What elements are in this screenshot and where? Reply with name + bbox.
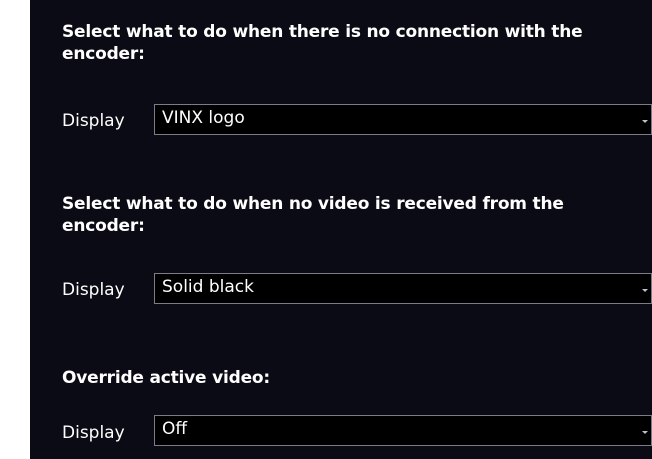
no-video-heading-line2: encoder: bbox=[62, 216, 145, 236]
override-video-display-value: Off bbox=[162, 419, 188, 439]
chevron-down-icon bbox=[642, 120, 648, 123]
override-video-heading-line1: Override active video: bbox=[62, 368, 270, 388]
override-video-display-select[interactable]: Off bbox=[154, 415, 652, 446]
no-connection-display-label: Display bbox=[62, 111, 125, 131]
no-video-display-value: Solid black bbox=[162, 277, 254, 297]
no-video-heading-line1: Select what to do when no video is recei… bbox=[62, 194, 564, 214]
override-video-display-label: Display bbox=[62, 423, 125, 443]
no-connection-heading: Select what to do when there is no conne… bbox=[62, 21, 637, 65]
override-video-heading: Override active video: bbox=[62, 367, 637, 389]
no-connection-display-select[interactable]: VINX logo bbox=[154, 104, 652, 135]
chevron-down-icon bbox=[642, 431, 648, 434]
settings-panel: Select what to do when there is no conne… bbox=[30, 0, 652, 459]
no-connection-display-value: VINX logo bbox=[162, 108, 245, 128]
chevron-down-icon bbox=[642, 289, 648, 292]
no-video-heading: Select what to do when no video is recei… bbox=[62, 193, 637, 237]
no-connection-heading-line2: encoder: bbox=[62, 44, 145, 64]
no-connection-heading-line1: Select what to do when there is no conne… bbox=[62, 22, 583, 42]
no-video-display-select[interactable]: Solid black bbox=[154, 273, 652, 304]
no-video-display-label: Display bbox=[62, 280, 125, 300]
